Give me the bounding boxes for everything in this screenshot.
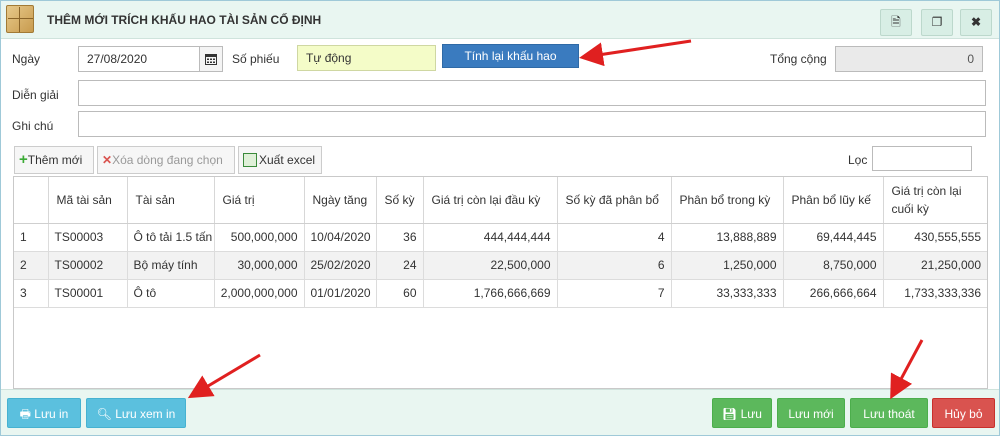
arrow-to-recalc <box>579 39 692 67</box>
arrow-to-save-preview <box>187 353 261 399</box>
annotation-arrows <box>187 39 924 400</box>
dialog-window: THÊM MỚI TRÍCH KHẤU HAO TÀI SẢN CỐ ĐỊNH … <box>0 0 1000 436</box>
arrow-to-save-exit <box>890 339 924 400</box>
